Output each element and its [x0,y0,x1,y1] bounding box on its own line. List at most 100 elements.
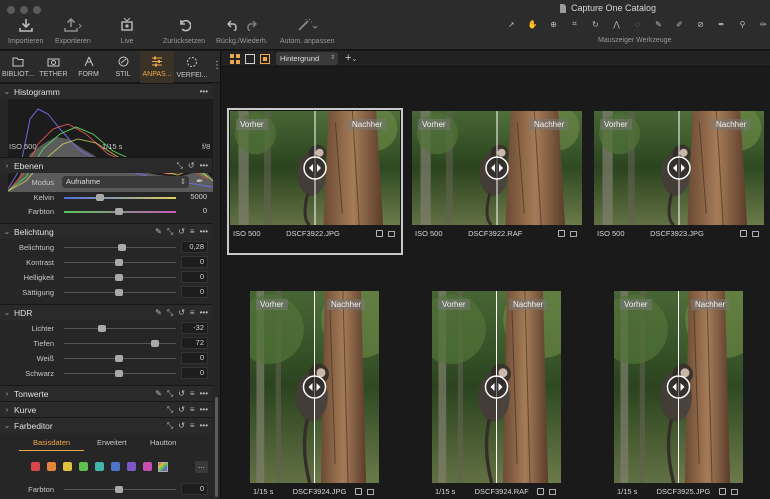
color-swatch[interactable] [31,462,40,471]
tab-refine[interactable]: VERFEI... [174,51,210,83]
color-swatch[interactable] [111,462,120,471]
select-checkbox[interactable] [740,230,747,237]
section-layers[interactable]: › Ebenen ⤡ ↺ ••• [0,157,212,173]
tab-style[interactable]: STIL [106,51,140,83]
eyedropper-icon[interactable]: ✒ [196,176,204,187]
list-icon[interactable]: ≡ [190,389,195,399]
kelvin-track[interactable] [64,197,176,199]
kelvin-slider-knob[interactable] [96,194,104,201]
auto-adjust-button[interactable]: Autom. anpassen [280,16,334,45]
thumbnail-image[interactable] [432,291,561,483]
reset-section-icon[interactable]: ↺ [178,308,185,318]
color-swatch[interactable] [127,462,136,471]
pan-cursor-icon[interactable]: ✋ [524,18,541,30]
more-icon[interactable]: ••• [200,161,208,171]
brightness-slider-knob[interactable] [115,274,123,281]
list-icon[interactable]: ≡ [190,405,195,415]
saturation-value[interactable]: 0 [181,286,208,298]
highlights-value[interactable]: -32 [181,322,208,334]
section-hdr[interactable]: ⌄ HDR ✎ ⤡ ↺ ≡ ••• [0,304,212,320]
tab-skin-tone[interactable]: Hautton [150,438,176,447]
contrast-value[interactable]: 0 [181,256,208,268]
select-checkbox[interactable] [558,230,565,237]
picker-icon[interactable]: ✎ [155,227,162,237]
section-histogram[interactable]: ⌄ Histogramm ••• [0,83,212,99]
grid-view-icon[interactable] [230,54,240,64]
auto-icon[interactable]: ⤡ [167,421,173,431]
annotate-cursor-icon[interactable]: ✏ [755,18,770,30]
tint-slider-knob[interactable] [115,208,123,215]
filmstrip-view-icon[interactable] [260,54,270,64]
live-button[interactable]: Live [119,16,135,45]
section-exposure[interactable]: ⌄ Belichtung ✎ ⤡ ↺ ≡ ••• [0,223,212,239]
add-button[interactable]: +⌄ [345,52,357,64]
color-tint-slider-knob[interactable] [115,486,123,493]
section-curve[interactable]: › Kurve ⤡ ↺ ≡ ••• [0,401,212,417]
reset-button[interactable]: Zurücksetzen [163,16,205,45]
auto-icon[interactable]: ⤡ [167,389,173,399]
brush-cursor-icon[interactable]: ✎ [650,18,667,30]
import-button[interactable]: Importieren [8,16,43,45]
white-value[interactable]: 0 [181,352,208,364]
more-icon[interactable]: ••• [200,308,208,318]
reset-section-icon[interactable]: ↺ [178,227,185,237]
eraser-cursor-icon[interactable]: ✐ [671,18,688,30]
shadows-track[interactable] [64,343,176,344]
contrast-slider-knob[interactable] [115,259,123,266]
select-checkbox[interactable] [719,488,726,495]
section-tonality[interactable]: › Tonwerte ✎ ⤡ ↺ ≡ ••• [0,385,212,401]
tab-adjust[interactable]: ANPAS... [140,51,174,83]
more-icon[interactable]: ••• [200,227,208,237]
more-tabs-icon[interactable]: ⋮ [212,60,220,71]
color-swatch[interactable] [63,462,72,471]
exposure-slider-knob[interactable] [118,244,126,251]
tab-basic[interactable]: Basisdaten [33,438,70,447]
wb-mode-select[interactable]: Aufnahme ⇕ [62,176,189,188]
color-swatch[interactable] [47,462,56,471]
more-icon[interactable]: ••• [200,87,208,96]
reset-section-icon[interactable]: ↺ [178,389,185,399]
picker-cursor-icon[interactable]: ✒ [713,18,730,30]
reset-section-icon[interactable]: ↺ [188,161,195,171]
all-colors-swatch[interactable] [158,462,168,472]
thumbnail-image[interactable] [614,291,743,483]
more-icon[interactable]: ••• [200,421,208,431]
list-icon[interactable]: ≡ [190,421,195,431]
auto-icon[interactable]: ⤡ [167,405,173,415]
highlights-slider-knob[interactable] [98,325,106,332]
single-view-icon[interactable] [245,54,255,64]
thumbnail-image[interactable] [250,291,379,483]
exposure-value[interactable]: 0,28 [181,241,208,253]
more-icon[interactable]: ••• [200,405,208,415]
reset-section-icon[interactable]: ↺ [178,405,185,415]
color-swatch[interactable] [95,462,104,471]
picker-icon[interactable]: ✎ [155,389,162,399]
wb-picker-cursor-icon[interactable]: ⚲ [734,18,751,30]
shadows-value[interactable]: 72 [181,337,208,349]
list-icon[interactable]: ≡ [190,227,195,237]
color-swatch[interactable] [79,462,88,471]
color-tint-value[interactable]: 0 [181,483,208,495]
brightness-value[interactable]: 0 [181,271,208,283]
keystone-cursor-icon[interactable]: ⋀ [608,18,625,30]
color-more-button[interactable]: ... [195,461,208,473]
tab-library[interactable]: BIBLIOT... [0,51,36,83]
black-slider-knob[interactable] [115,370,123,377]
undo-redo-button[interactable]: Rückg./Wiederh. [216,16,268,45]
panel-scrollbar[interactable] [215,397,218,497]
white-slider-knob[interactable] [115,355,123,362]
select-cursor-icon[interactable]: ➚ [503,18,520,30]
close-window-button[interactable] [7,6,15,14]
export-button[interactable]: Exportieren [55,16,91,45]
reset-section-icon[interactable]: ↺ [178,421,185,431]
picker-icon[interactable]: ✎ [155,308,162,318]
highlights-track[interactable] [64,328,176,329]
crop-cursor-icon[interactable]: ⌗ [566,18,583,30]
saturation-slider-knob[interactable] [115,289,123,296]
tab-advanced[interactable]: Erweitert [97,438,127,447]
group-by-select[interactable]: Hintergrund ⇕ [276,52,338,65]
auto-icon[interactable]: ⤡ [176,161,182,171]
zoom-window-button[interactable] [33,6,41,14]
zoom-cursor-icon[interactable]: ⊕ [545,18,562,30]
select-checkbox[interactable] [376,230,383,237]
